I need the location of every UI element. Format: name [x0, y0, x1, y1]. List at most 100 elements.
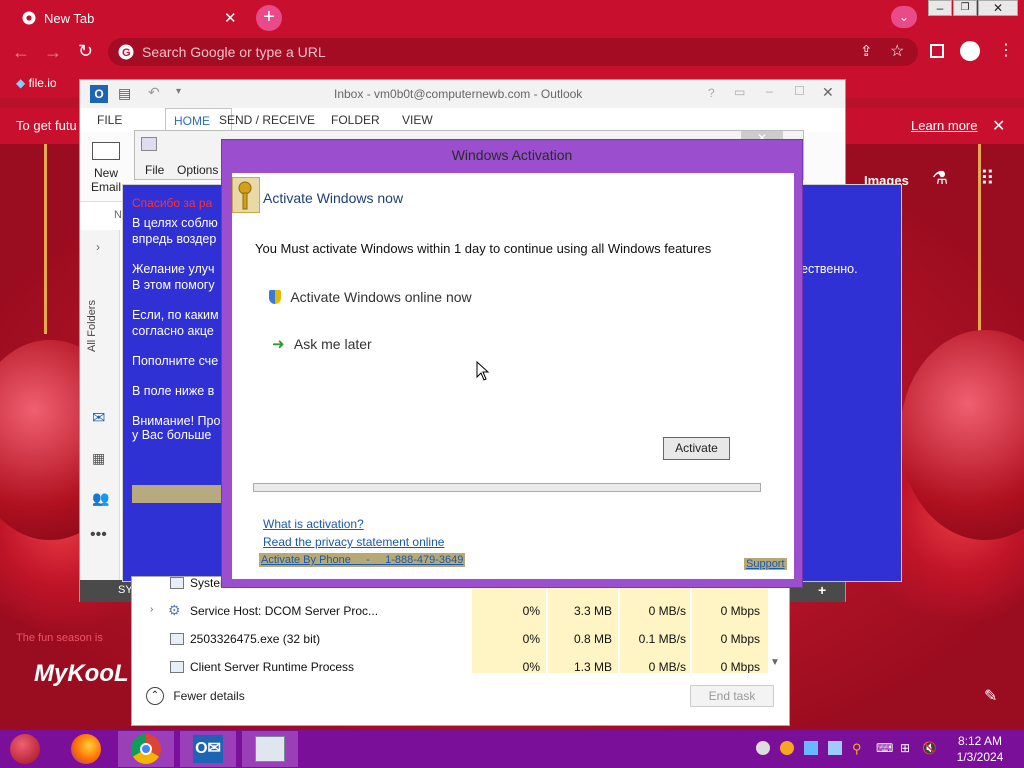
chrome-taskbar-button[interactable]: [118, 731, 174, 767]
table-row[interactable]: Client Server Runtime Process 0% 1.3 MB …: [138, 653, 768, 673]
outlook-close-icon[interactable]: ✕: [822, 84, 834, 101]
save-icon[interactable]: ▤: [118, 85, 131, 102]
ribbon-display-icon[interactable]: ▭: [734, 85, 745, 99]
close-window-icon[interactable]: ✕: [978, 0, 1018, 16]
end-task-button[interactable]: End task: [690, 685, 774, 707]
tray-clock-icon[interactable]: [780, 741, 794, 755]
reload-icon[interactable]: ↻: [78, 41, 93, 62]
tab-folder[interactable]: FOLDER: [331, 113, 380, 127]
brand-logo: MyKooL: [34, 660, 129, 687]
option-activate-online[interactable]: Activate Windows online now: [269, 289, 472, 305]
what-is-activation-link[interactable]: What is activation?: [263, 517, 364, 531]
bookmark-label: file.io: [28, 76, 57, 90]
fileio-icon: ◆: [16, 76, 26, 90]
mail-icon[interactable]: ✉: [92, 408, 105, 428]
activation-titlebar: Windows Activation: [451, 147, 573, 163]
tab-send-receive[interactable]: SEND / RECEIVE: [219, 113, 315, 127]
tab-new-tab[interactable]: New Tab ✕: [8, 3, 246, 34]
process-name: Syster: [190, 577, 225, 590]
omnibox[interactable]: G Search Google or type a URL ⇪ ☆: [108, 38, 918, 66]
activation-progress-bar: [253, 483, 761, 492]
outlook-title: Inbox - vm0b0t@computernewb.com - Outloo…: [334, 87, 583, 101]
expand-chevron-icon[interactable]: ›: [96, 240, 100, 254]
option-ask-later[interactable]: ➜ Ask me later: [272, 335, 372, 353]
help-icon[interactable]: ?: [708, 86, 715, 100]
wallpaper-caption: The fun season is: [16, 632, 103, 644]
table-row[interactable]: › ⚙ Service Host: DCOM Server Proc... 0%…: [138, 597, 768, 625]
labs-flask-icon[interactable]: ⚗: [932, 168, 948, 189]
profile-avatar[interactable]: [960, 41, 980, 61]
support-link[interactable]: Support: [744, 558, 787, 570]
share-icon[interactable]: ⇪: [860, 42, 873, 60]
tray-display-icon[interactable]: [828, 741, 842, 755]
google-icon: G: [118, 44, 134, 60]
undo-icon[interactable]: ↶: [148, 84, 160, 101]
activate-button-label: Activate: [675, 441, 718, 455]
new-email-button[interactable]: New Email: [86, 142, 126, 202]
customize-pencil-icon[interactable]: ✎: [984, 686, 997, 706]
svg-text:G: G: [122, 47, 131, 59]
all-folders-label[interactable]: All Folders: [86, 300, 98, 352]
tab-label: HOME: [174, 114, 210, 128]
menu-file[interactable]: File: [145, 163, 164, 177]
qat-dropdown-icon[interactable]: ▾: [176, 86, 181, 97]
cpu-cell: 0%: [522, 632, 540, 646]
mem-cell: 0.8 MB: [573, 632, 612, 646]
tray-network-icon[interactable]: ⊞: [900, 741, 914, 755]
activate-button[interactable]: Activate: [663, 437, 730, 460]
chrome-icon: [22, 11, 36, 25]
people-icon[interactable]: 👥: [92, 490, 109, 507]
chrome-menu-icon[interactable]: ⋮: [998, 40, 1014, 60]
infobar-text: To get futu: [16, 118, 77, 133]
tray-volume-muted-icon[interactable]: 🔇: [922, 741, 937, 755]
tray-keyboard-icon[interactable]: ⌨: [876, 741, 893, 755]
forward-icon[interactable]: →: [44, 42, 62, 63]
scroll-down-icon[interactable]: ▼: [770, 657, 780, 668]
back-icon[interactable]: ←: [12, 42, 30, 63]
zoom-plus-icon[interactable]: +: [818, 582, 826, 598]
tab-file[interactable]: FILE: [80, 108, 135, 132]
outlook-app-icon: O: [90, 85, 108, 103]
outlook-maximize-icon[interactable]: ☐: [794, 84, 805, 98]
tab-search-icon[interactable]: ⌄: [891, 6, 917, 28]
new-email-line2: Email: [90, 180, 121, 194]
side-panel-icon[interactable]: [930, 44, 944, 58]
net-cell: 0 Mbps: [720, 604, 760, 618]
process-icon: [170, 577, 184, 589]
outlook-titlebar: O ▤ ↶ ▾ Inbox - vm0b0t@computernewb.com …: [80, 80, 845, 108]
ransom-line: Желание улуч: [132, 262, 215, 276]
activate-by-phone-link[interactable]: Activate By Phone - 1-888-479-3649: [259, 553, 466, 567]
privacy-statement-link[interactable]: Read the privacy statement online: [263, 535, 444, 549]
tab-view[interactable]: VIEW: [402, 113, 433, 127]
new-tab-button[interactable]: +: [256, 5, 282, 31]
tray-clock[interactable]: 8:12 AM 1/3/2024: [950, 733, 1010, 765]
new-email-line1: New: [93, 166, 118, 180]
minimize-icon[interactable]: –: [928, 0, 952, 16]
infobar-close-icon[interactable]: ✕: [992, 116, 1005, 136]
ransom-line: В этом помогу: [132, 278, 215, 292]
ransom-line: Внимание! Про: [132, 414, 221, 428]
expand-icon[interactable]: ›: [150, 604, 153, 615]
tray-battery-icon[interactable]: [804, 741, 818, 755]
tray-disc-icon[interactable]: [756, 741, 770, 755]
calendar-icon[interactable]: ▦: [92, 450, 105, 467]
firefox-taskbar-button[interactable]: [58, 731, 114, 767]
table-row[interactable]: 2503326475.exe (32 bit) 0% 0.8 MB 0.1 MB…: [138, 625, 768, 653]
more-icon[interactable]: •••: [90, 526, 107, 544]
outlook-taskbar-button[interactable]: O✉: [180, 731, 236, 767]
bookmark-star-icon[interactable]: ☆: [890, 41, 904, 61]
apps-grid-icon[interactable]: ⠿: [980, 166, 995, 191]
start-button[interactable]: [10, 734, 40, 764]
menu-options[interactable]: Options: [177, 163, 218, 177]
outlook-minimize-icon[interactable]: –: [766, 84, 773, 98]
tab-close-icon[interactable]: ✕: [224, 9, 237, 27]
keys-icon: [232, 177, 260, 213]
tray-search-icon[interactable]: ⚲: [852, 741, 866, 756]
ribbon-group-label: N: [114, 209, 122, 221]
bookmark-file-io[interactable]: ◆ file.io: [16, 76, 57, 90]
code-input-field[interactable]: [132, 485, 222, 503]
learn-more-link[interactable]: Learn more: [911, 118, 977, 133]
restore-icon[interactable]: ❐: [953, 0, 977, 16]
fewer-details-toggle[interactable]: ⌃ Fewer details: [146, 687, 245, 705]
taskmgr-taskbar-button[interactable]: [242, 731, 298, 767]
